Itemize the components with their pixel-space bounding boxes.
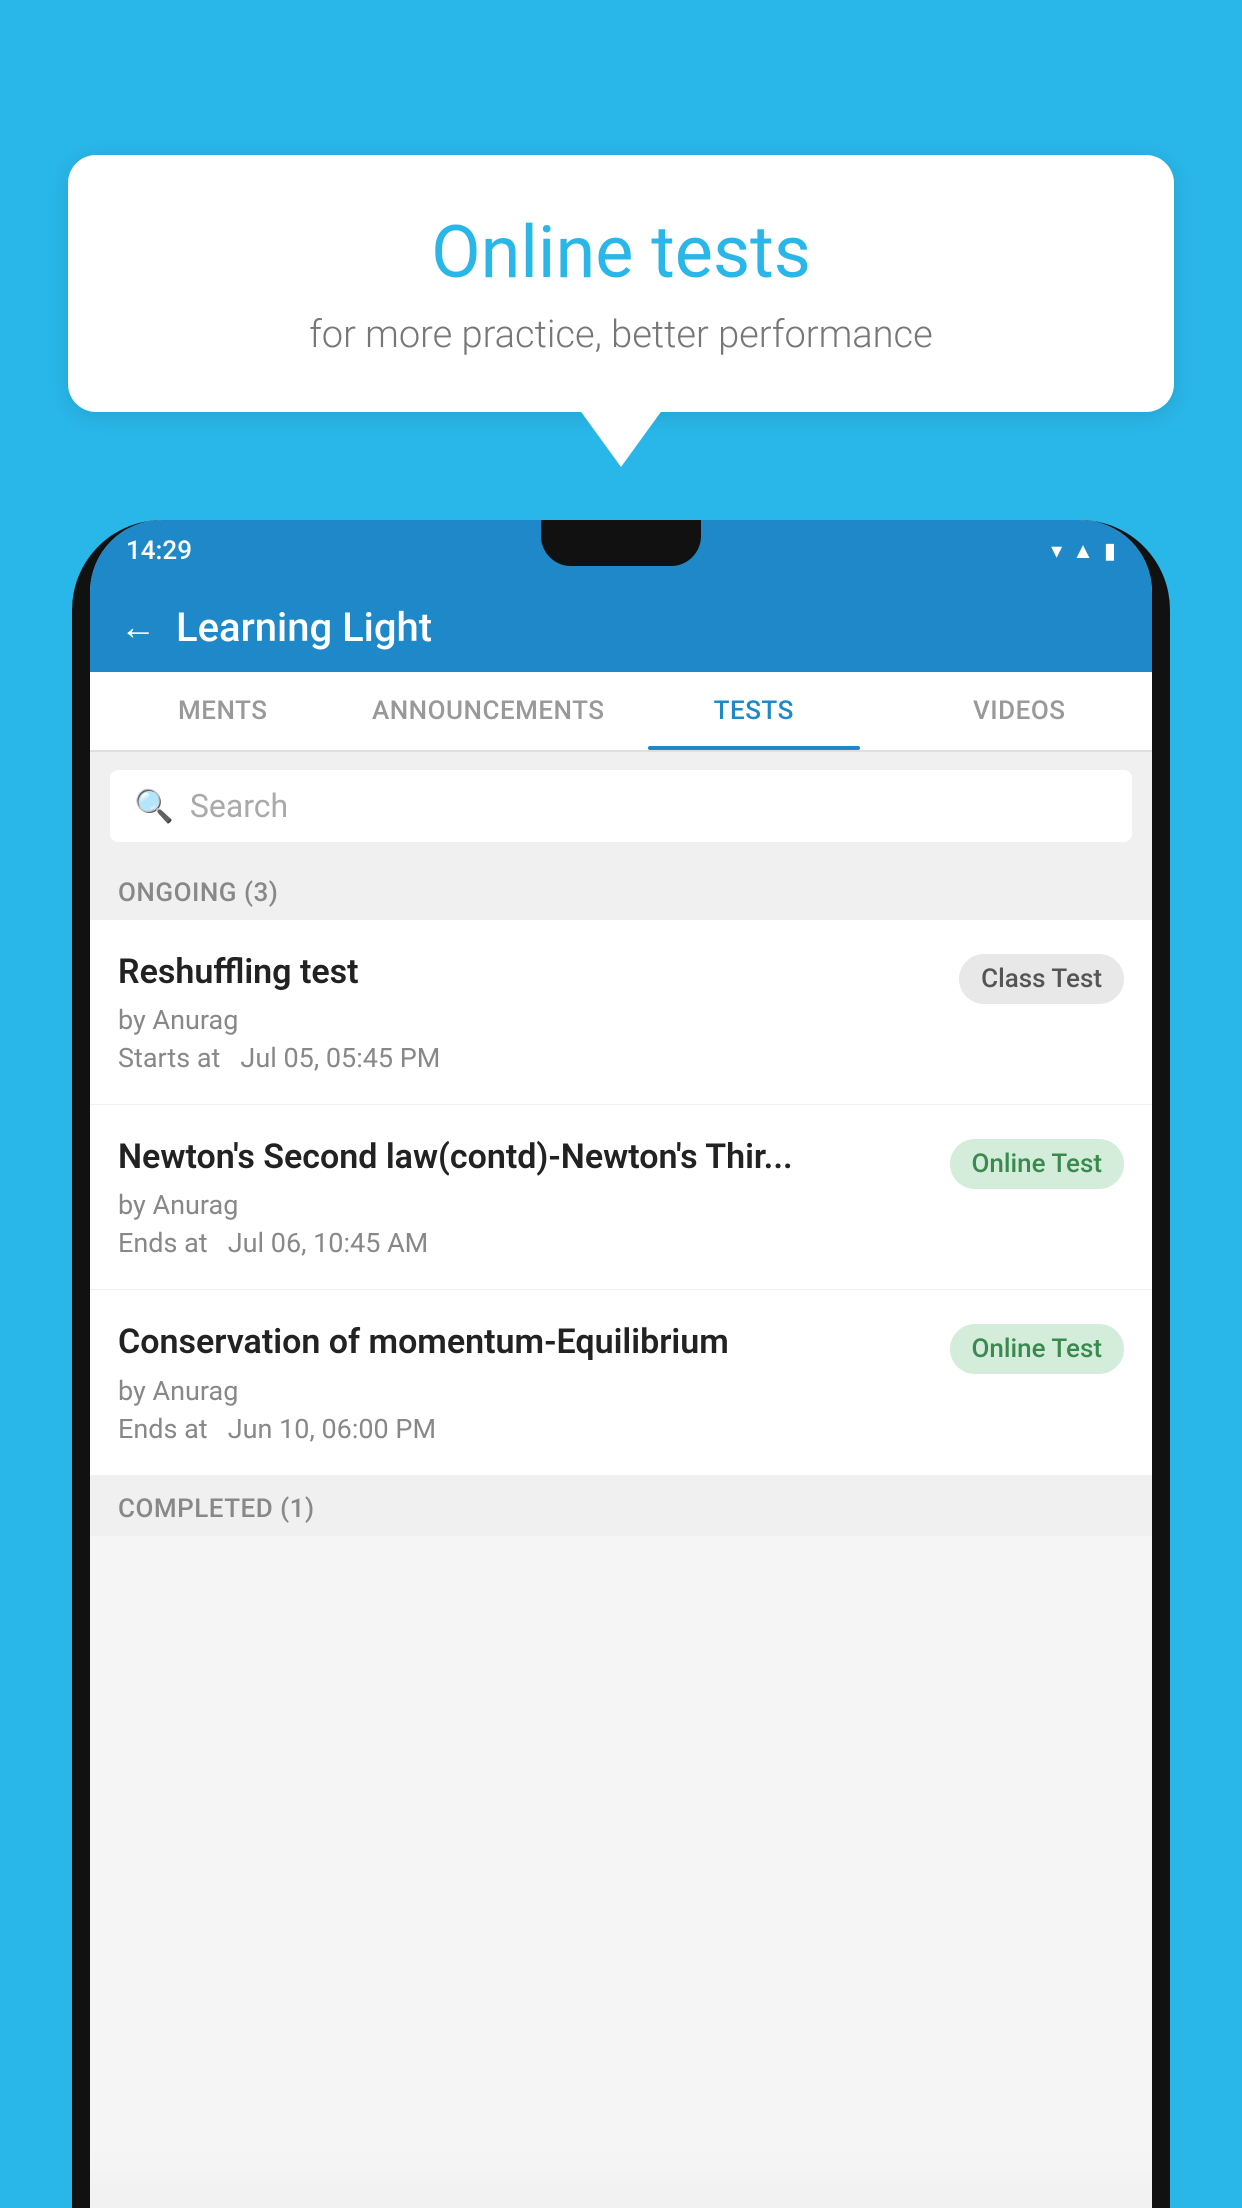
bubble-subtitle: for more practice, better performance	[128, 313, 1114, 357]
phone-screen: 14:29 ▾ ▲ ▮ ← Learning Light MENTS ANNOU…	[90, 520, 1152, 2208]
test-name-3: Conservation of momentum-Equilibrium	[118, 1320, 934, 1364]
wifi-icon: ▾	[1051, 539, 1062, 564]
phone-notch	[541, 520, 701, 566]
app-bar: ← Learning Light	[90, 582, 1152, 672]
battery-icon: ▮	[1104, 539, 1116, 564]
back-button[interactable]: ←	[120, 606, 156, 648]
speech-bubble: Online tests for more practice, better p…	[68, 155, 1174, 412]
test-badge-2: Online Test	[950, 1139, 1125, 1189]
search-container: 🔍 Search	[90, 752, 1152, 860]
tab-videos[interactable]: VIDEOS	[887, 672, 1153, 750]
tab-tests[interactable]: TESTS	[621, 672, 887, 750]
test-author-1: by Anurag	[118, 1004, 943, 1036]
test-badge-3: Online Test	[950, 1324, 1125, 1374]
test-item-2[interactable]: Newton's Second law(contd)-Newton's Thir…	[90, 1105, 1152, 1290]
search-icon: 🔍	[134, 787, 174, 825]
signal-icon: ▲	[1072, 538, 1094, 564]
test-author-2: by Anurag	[118, 1189, 934, 1221]
test-date-2: Ends at Jul 06, 10:45 AM	[118, 1227, 934, 1259]
test-item-3[interactable]: Conservation of momentum-Equilibrium by …	[90, 1290, 1152, 1475]
test-date-3: Ends at Jun 10, 06:00 PM	[118, 1413, 934, 1445]
test-name-2: Newton's Second law(contd)-Newton's Thir…	[118, 1135, 934, 1179]
phone-frame: 14:29 ▾ ▲ ▮ ← Learning Light MENTS ANNOU…	[72, 520, 1170, 2208]
tab-announcements[interactable]: ANNOUNCEMENTS	[356, 672, 622, 750]
tabs-bar: MENTS ANNOUNCEMENTS TESTS VIDEOS	[90, 672, 1152, 752]
test-name-1: Reshuffling test	[118, 950, 943, 994]
ongoing-section-header: ONGOING (3)	[90, 860, 1152, 920]
app-bar-title: Learning Light	[176, 604, 432, 651]
status-time: 14:29	[126, 536, 192, 566]
test-info-2: Newton's Second law(contd)-Newton's Thir…	[118, 1135, 934, 1259]
test-info-3: Conservation of momentum-Equilibrium by …	[118, 1320, 934, 1444]
test-item-1[interactable]: Reshuffling test by Anurag Starts at Jul…	[90, 920, 1152, 1105]
bubble-title: Online tests	[128, 210, 1114, 295]
search-placeholder: Search	[190, 787, 288, 825]
test-date-1: Starts at Jul 05, 05:45 PM	[118, 1042, 943, 1074]
status-icons: ▾ ▲ ▮	[1051, 538, 1116, 564]
tab-ments[interactable]: MENTS	[90, 672, 356, 750]
test-list: Reshuffling test by Anurag Starts at Jul…	[90, 920, 1152, 1476]
search-box[interactable]: 🔍 Search	[110, 770, 1132, 842]
bottom-fade	[90, 2148, 1152, 2208]
completed-section-header: COMPLETED (1)	[90, 1476, 1152, 1536]
test-info-1: Reshuffling test by Anurag Starts at Jul…	[118, 950, 943, 1074]
test-badge-1: Class Test	[959, 954, 1124, 1004]
test-author-3: by Anurag	[118, 1375, 934, 1407]
